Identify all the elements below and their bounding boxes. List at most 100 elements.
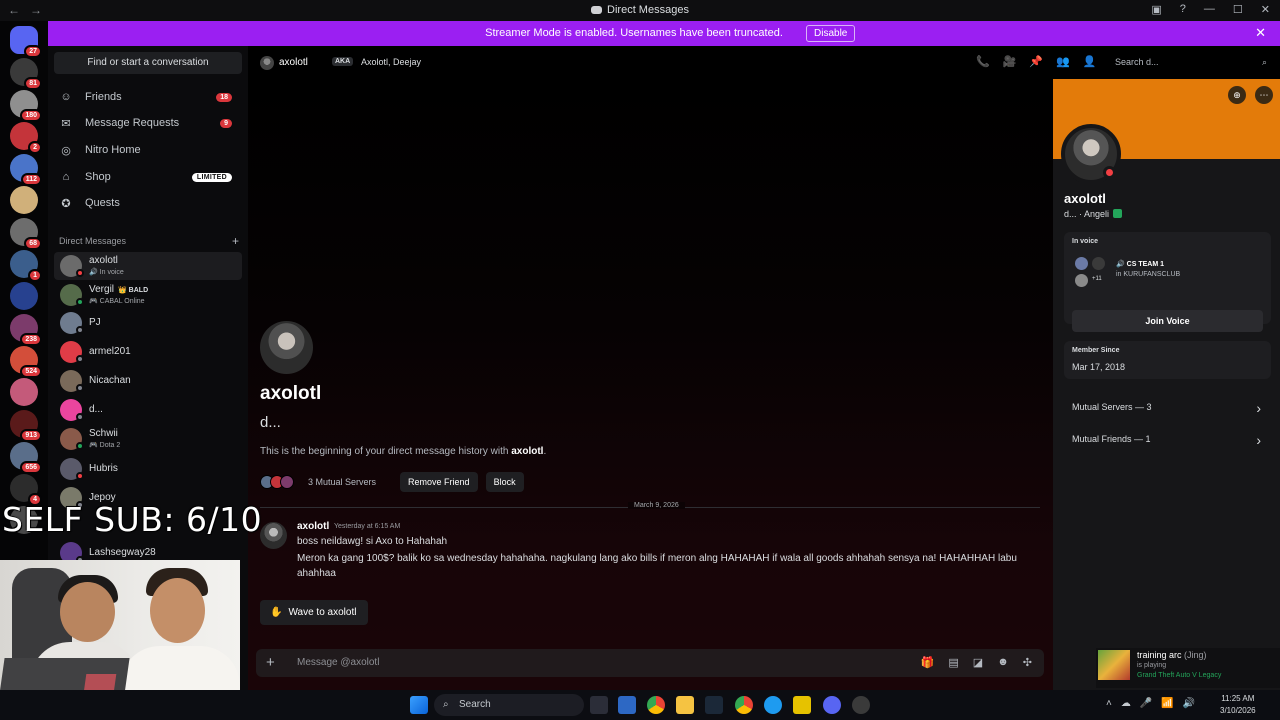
dm-item[interactable]: axolotl 🔊 In voice [54,252,242,280]
game-icon [1098,650,1130,680]
status-dot [76,326,84,334]
app-icon[interactable] [764,696,782,714]
chrome-icon[interactable] [647,696,665,714]
close-banner-icon[interactable]: ✕ [1255,25,1266,41]
server-icon[interactable]: 238 [10,314,42,346]
search-input[interactable]: Search d... ⌕ [1107,54,1273,72]
message-input[interactable]: Message @axolotl [297,657,379,668]
gif-icon[interactable]: ▤ [948,656,958,669]
pinned-messages-icon[interactable]: 📌 [1029,55,1043,68]
app-icon[interactable] [618,696,636,714]
sidebar-item-nitro-home[interactable]: ◎ Nitro Home [54,137,242,163]
steam-icon[interactable] [705,696,723,714]
server-icon[interactable]: 4 [10,474,42,506]
server-icon[interactable]: 68 [10,218,42,250]
message-text-line: ahahhaa [297,568,336,579]
file-explorer-icon[interactable] [676,696,694,714]
sticky-notes-icon[interactable] [793,696,811,714]
dm-home-discord-icon[interactable]: 27 [10,26,42,58]
server-icon[interactable]: 81 [10,58,42,90]
video-call-icon[interactable]: 🎥 [1003,55,1017,68]
sidebar-item-label: Shop [85,171,111,183]
show-hidden-icons-icon[interactable]: ˄ [1106,698,1112,709]
sticker-icon[interactable]: ◪ [973,656,983,669]
attach-plus-icon[interactable]: + [266,654,275,671]
add-friend-icon[interactable]: ⊕ [1228,86,1246,104]
sidebar-item-friends[interactable]: ☺ Friends 18 [54,84,242,110]
dm-item[interactable]: PJ [54,309,242,337]
windows-taskbar: ⌕ Search ˄ ☁ 🎤 📶 🔊 11:25 AM 3/10/2026 [0,690,1280,720]
emoji-icon[interactable]: ☻ [997,656,1009,669]
chrome-icon[interactable] [735,696,753,714]
sidebar-item-quests[interactable]: ✪ Quests [54,190,242,216]
message-avatar[interactable] [260,522,287,549]
server-icon[interactable]: 180 [10,90,42,122]
server-icon[interactable]: 1 [10,250,42,282]
game-activity-toast[interactable]: training arc (Jing) is playing Grand The… [1096,648,1280,688]
remove-friend-button[interactable]: Remove Friend [400,472,478,492]
create-dm-plus-icon[interactable]: + [232,234,239,248]
maximize-button[interactable]: ☐ [1233,3,1243,16]
clock[interactable]: 11:25 AM 3/10/2026 [1220,693,1256,717]
add-friends-to-dm-icon[interactable]: 👥 [1056,55,1070,68]
chat-header: axolotl AKA Axolotl, Deejay 📞 🎥 📌 👥 👤 Se… [248,46,1280,79]
message-text-line: Meron ka gang 100$? balik ko sa wednesda… [297,553,1017,564]
block-button[interactable]: Block [485,472,524,492]
more-options-icon[interactable]: ⋯ [1255,86,1273,104]
help-icon[interactable]: ? [1180,3,1186,16]
beginning-prefix: This is the beginning of your direct mes… [260,446,512,457]
dm-item[interactable]: d... [54,396,242,424]
server-icon[interactable] [10,378,38,406]
mutual-friends-row[interactable]: Mutual Friends — 1 › [1064,431,1271,459]
discord-icon[interactable] [823,696,841,714]
server-icon[interactable]: 656 [10,442,42,474]
start-button-windows-icon[interactable] [410,696,428,714]
taskbar-search[interactable]: ⌕ Search [434,694,584,716]
inbox-icon[interactable]: ▣ [1151,3,1161,16]
dm-item[interactable]: Vergil 👑 BALD 🎮 CABAL Online [54,281,242,309]
profile-avatar-large[interactable] [260,321,313,374]
close-window-button[interactable]: ✕ [1261,3,1270,16]
dm-item[interactable]: Nicachan [54,367,242,395]
wave-button[interactable]: ✋ Wave to axolotl [260,600,369,625]
status-dot [76,442,84,450]
gift-icon[interactable]: 🎁 [921,656,935,669]
cloud-icon[interactable]: ☁ [1121,698,1131,709]
activity-game: Grand Theft Auto V Legacy [1137,672,1222,679]
server-icon[interactable]: 913 [10,410,42,442]
window-title-bar: ← → Direct Messages ▣ ? — ☐ ✕ [0,0,1280,21]
find-conversation-button[interactable]: Find or start a conversation [54,52,242,74]
server-icon[interactable]: 112 [10,154,42,186]
server-icon[interactable] [10,186,38,214]
friends-icon: ☺ [60,91,72,103]
apps-icon[interactable]: ✣ [1023,656,1032,669]
join-voice-button[interactable]: Join Voice [1072,310,1263,332]
task-view-icon[interactable] [590,696,608,714]
sidebar-item-shop[interactable]: ⌂ Shop LIMITED [54,164,242,190]
microphone-icon[interactable]: 🎤 [1140,698,1152,709]
sidebar-item-message-requests[interactable]: ✉ Message Requests 9 [54,110,242,136]
mutual-servers-link[interactable]: 3 Mutual Servers [308,477,376,487]
dm-item[interactable]: Schwii 🎮 Dota 2 [54,425,242,453]
user-profile-icon[interactable]: 👤 [1083,55,1097,68]
header-avatar [260,56,274,70]
server-icon[interactable]: 2 [10,122,42,154]
server-icon[interactable] [10,282,38,310]
app-icon[interactable] [852,696,870,714]
voice-call-icon[interactable]: 📞 [976,55,990,68]
dm-name: armel201 [89,346,131,357]
disable-streamer-mode-button[interactable]: Disable [806,25,856,42]
dm-item[interactable]: armel201 [54,338,242,366]
chevron-right-icon: › [1256,432,1261,448]
date-divider: March 9, 2026 [260,502,1040,509]
minimize-button[interactable]: — [1204,3,1215,16]
header-username[interactable]: axolotl [279,57,308,68]
volume-icon[interactable]: 🔊 [1183,698,1195,709]
message-composer[interactable]: + Message @axolotl 🎁 ▤ ◪ ☻ ✣ [256,649,1044,677]
server-icon[interactable]: 524 [10,346,42,378]
mutual-servers-row[interactable]: Mutual Servers — 3 › [1064,399,1271,427]
dm-item[interactable]: Hubris [54,455,242,483]
chevron-right-icon: › [1256,400,1261,416]
wifi-icon[interactable]: 📶 [1161,698,1173,709]
message-author[interactable]: axolotl [297,521,329,532]
